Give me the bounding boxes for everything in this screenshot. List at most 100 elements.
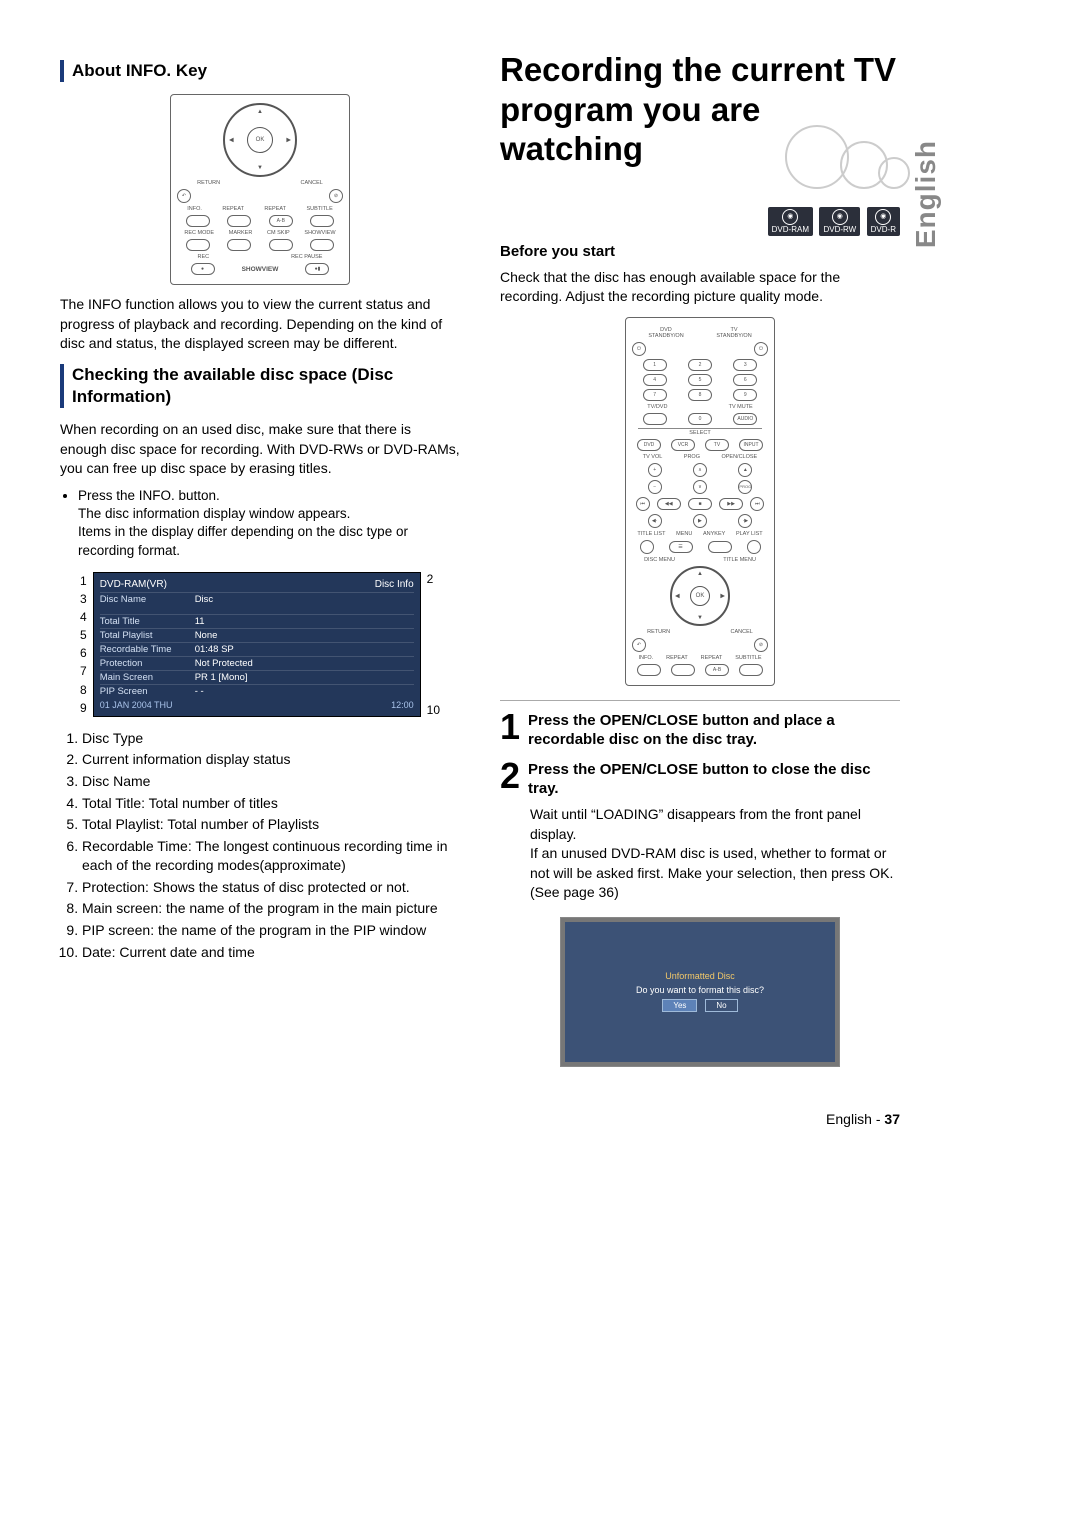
forward-icon: ▶▶	[719, 498, 743, 510]
ok-button-icon: OK	[247, 127, 273, 153]
disc-icon: ◉	[875, 209, 891, 225]
cmskip-label: CM SKIP	[267, 230, 290, 236]
titlelist-label: TITLE LIST	[637, 531, 665, 537]
cancel-button-icon: ⊘	[329, 189, 343, 203]
openclose-label: OPEN/CLOSE	[721, 454, 757, 460]
repeat-label-2: REPEAT	[701, 655, 723, 661]
right-arrow-icon: ▶	[720, 592, 725, 599]
right-column: Recording the current TV program you are…	[500, 50, 900, 1081]
info-button-icon	[186, 215, 210, 227]
titlemenu-label: TITLE MENU	[723, 557, 756, 563]
remote-diagram-full: DVD STANDBY/ON TV STANDBY/ON ⏻ ⏻ 123 456…	[625, 317, 775, 686]
select-label: SELECT	[638, 428, 762, 436]
osd-question: Do you want to format this disc?	[636, 985, 764, 995]
disc-info-header-right: Disc Info	[375, 579, 414, 590]
divider	[500, 700, 900, 701]
vol-down-icon: −	[648, 480, 662, 494]
step-1-title: Press the OPEN/CLOSE button and place a …	[528, 711, 900, 750]
vol-up-icon: +	[648, 463, 662, 477]
step-2-body: Wait until “LOADING” disappears from the…	[530, 805, 900, 903]
legend-item: Recordable Time: The longest continuous …	[82, 837, 460, 876]
cancel-label: CANCEL	[731, 629, 753, 635]
step-2: 2 Press the OPEN/CLOSE button to close t…	[500, 760, 900, 799]
playlist-label: PLAY LIST	[736, 531, 763, 537]
right-arrow-icon: ▶	[286, 137, 291, 144]
disc-info-date: 01 JAN 2004 THU	[100, 700, 173, 710]
tvvol-label: TV VOL	[643, 454, 663, 460]
prog-label-icon: PROG	[738, 480, 752, 494]
disc-info-header-left: DVD-RAM(VR)	[100, 579, 167, 590]
select-vcr-icon: VCR	[671, 439, 695, 451]
disc-icon: ◉	[782, 209, 798, 225]
power-dvd-icon: ⏻	[632, 342, 646, 356]
badge-dvd-ram: ◉DVD-RAM	[768, 207, 813, 236]
showview-logo: SHOWVIEW	[242, 266, 279, 273]
return-label: RETURN	[647, 629, 670, 635]
return-icon: ↶	[632, 638, 646, 652]
select-input-icon: INPUT	[739, 439, 763, 451]
openclose-icon: ▲	[738, 463, 752, 477]
step-back-icon: ◀·	[648, 514, 662, 528]
disc-info-diagram: 1 3 4 5 6 7 8 9 DVD-RAM(VR) Disc Info Di…	[80, 572, 440, 717]
recmode-label: REC MODE	[184, 230, 214, 236]
recpause-button-icon: ●▮	[305, 263, 329, 275]
audio-label: AUDIO	[733, 413, 757, 425]
skip-fwd-icon: ⏭	[750, 497, 764, 511]
stop-icon: ■	[688, 498, 712, 510]
leader-numbers-left: 1 3 4 5 6 7 8 9	[80, 572, 87, 717]
subtitle-button-icon	[310, 215, 334, 227]
language-tab: English	[910, 140, 942, 248]
rec-label: REC	[197, 254, 209, 260]
playlist-icon	[747, 540, 761, 554]
osd-title: Unformatted Disc	[665, 971, 735, 981]
badge-dvd-r: ◉DVD-R	[867, 207, 900, 236]
marker-label: MARKER	[229, 230, 253, 236]
step-number-1: 1	[500, 711, 520, 750]
rec-button-icon: ●	[191, 263, 215, 275]
discmenu-label: DISC MENU	[644, 557, 675, 563]
tvdvd-label: TV/DVD	[647, 404, 667, 410]
cancel-label: CANCEL	[301, 180, 323, 186]
anykey-icon	[708, 541, 732, 553]
press-info-bullet: Press the INFO. button.	[78, 488, 220, 503]
down-arrow-icon: ▼	[697, 615, 703, 621]
about-paragraph: The INFO function allows you to view the…	[60, 295, 460, 354]
prog-up-icon: ∧	[693, 463, 707, 477]
showview-small-label: SHOWVIEW	[304, 230, 335, 236]
leader-numbers-right: 2 10	[427, 572, 440, 717]
anykey-label: ANYKEY	[703, 531, 725, 537]
legend-item: Current information display status	[82, 750, 460, 770]
remote-diagram-small: ▲ ▼ ◀ ▶ OK RETURN CANCEL ↶ ⊘ INFO.	[170, 94, 350, 285]
menu-icon: ☰	[669, 541, 693, 553]
step-1: 1 Press the OPEN/CLOSE button and place …	[500, 711, 900, 750]
marker-button-icon	[227, 239, 251, 251]
showview-button-icon	[310, 239, 334, 251]
page-footer: English - 37	[60, 1111, 900, 1127]
press-info-line1: The disc information display window appe…	[78, 506, 350, 521]
return-label: RETURN	[197, 180, 220, 186]
repeat-label: REPEAT	[222, 206, 244, 212]
subtitle-label: SUBTITLE	[735, 655, 761, 661]
down-arrow-icon: ▼	[257, 165, 263, 171]
checking-paragraph: When recording on an used disc, make sur…	[60, 420, 460, 479]
prog-down-icon: ∨	[693, 480, 707, 494]
footer-language: English	[826, 1111, 872, 1127]
repeat-ab-label: REPEAT	[264, 206, 286, 212]
before-you-start-heading: Before you start	[500, 243, 900, 260]
repeat-icon	[671, 664, 695, 676]
left-arrow-icon: ◀	[675, 592, 680, 599]
legend-item: Disc Type	[82, 729, 460, 749]
disc-info-osd: DVD-RAM(VR) Disc Info Disc NameDisc Tota…	[93, 572, 421, 717]
info-label: INFO.	[187, 206, 202, 212]
legend-item: Disc Name	[82, 772, 460, 792]
left-arrow-icon: ◀	[229, 137, 234, 144]
step-2-title: Press the OPEN/CLOSE button to close the…	[528, 760, 900, 799]
select-tv-icon: TV	[705, 439, 729, 451]
legend-item: Total Title: Total number of titles	[82, 794, 460, 814]
up-arrow-icon: ▲	[697, 571, 703, 577]
cancel-icon: ⊘	[754, 638, 768, 652]
legend-item: Protection: Shows the status of disc pro…	[82, 878, 460, 898]
page-columns: About INFO. Key ▲ ▼ ◀ ▶ OK RETURN CANCEL…	[60, 50, 900, 1081]
osd-no-button: No	[705, 999, 737, 1012]
select-dvd-icon: DVD	[637, 439, 661, 451]
